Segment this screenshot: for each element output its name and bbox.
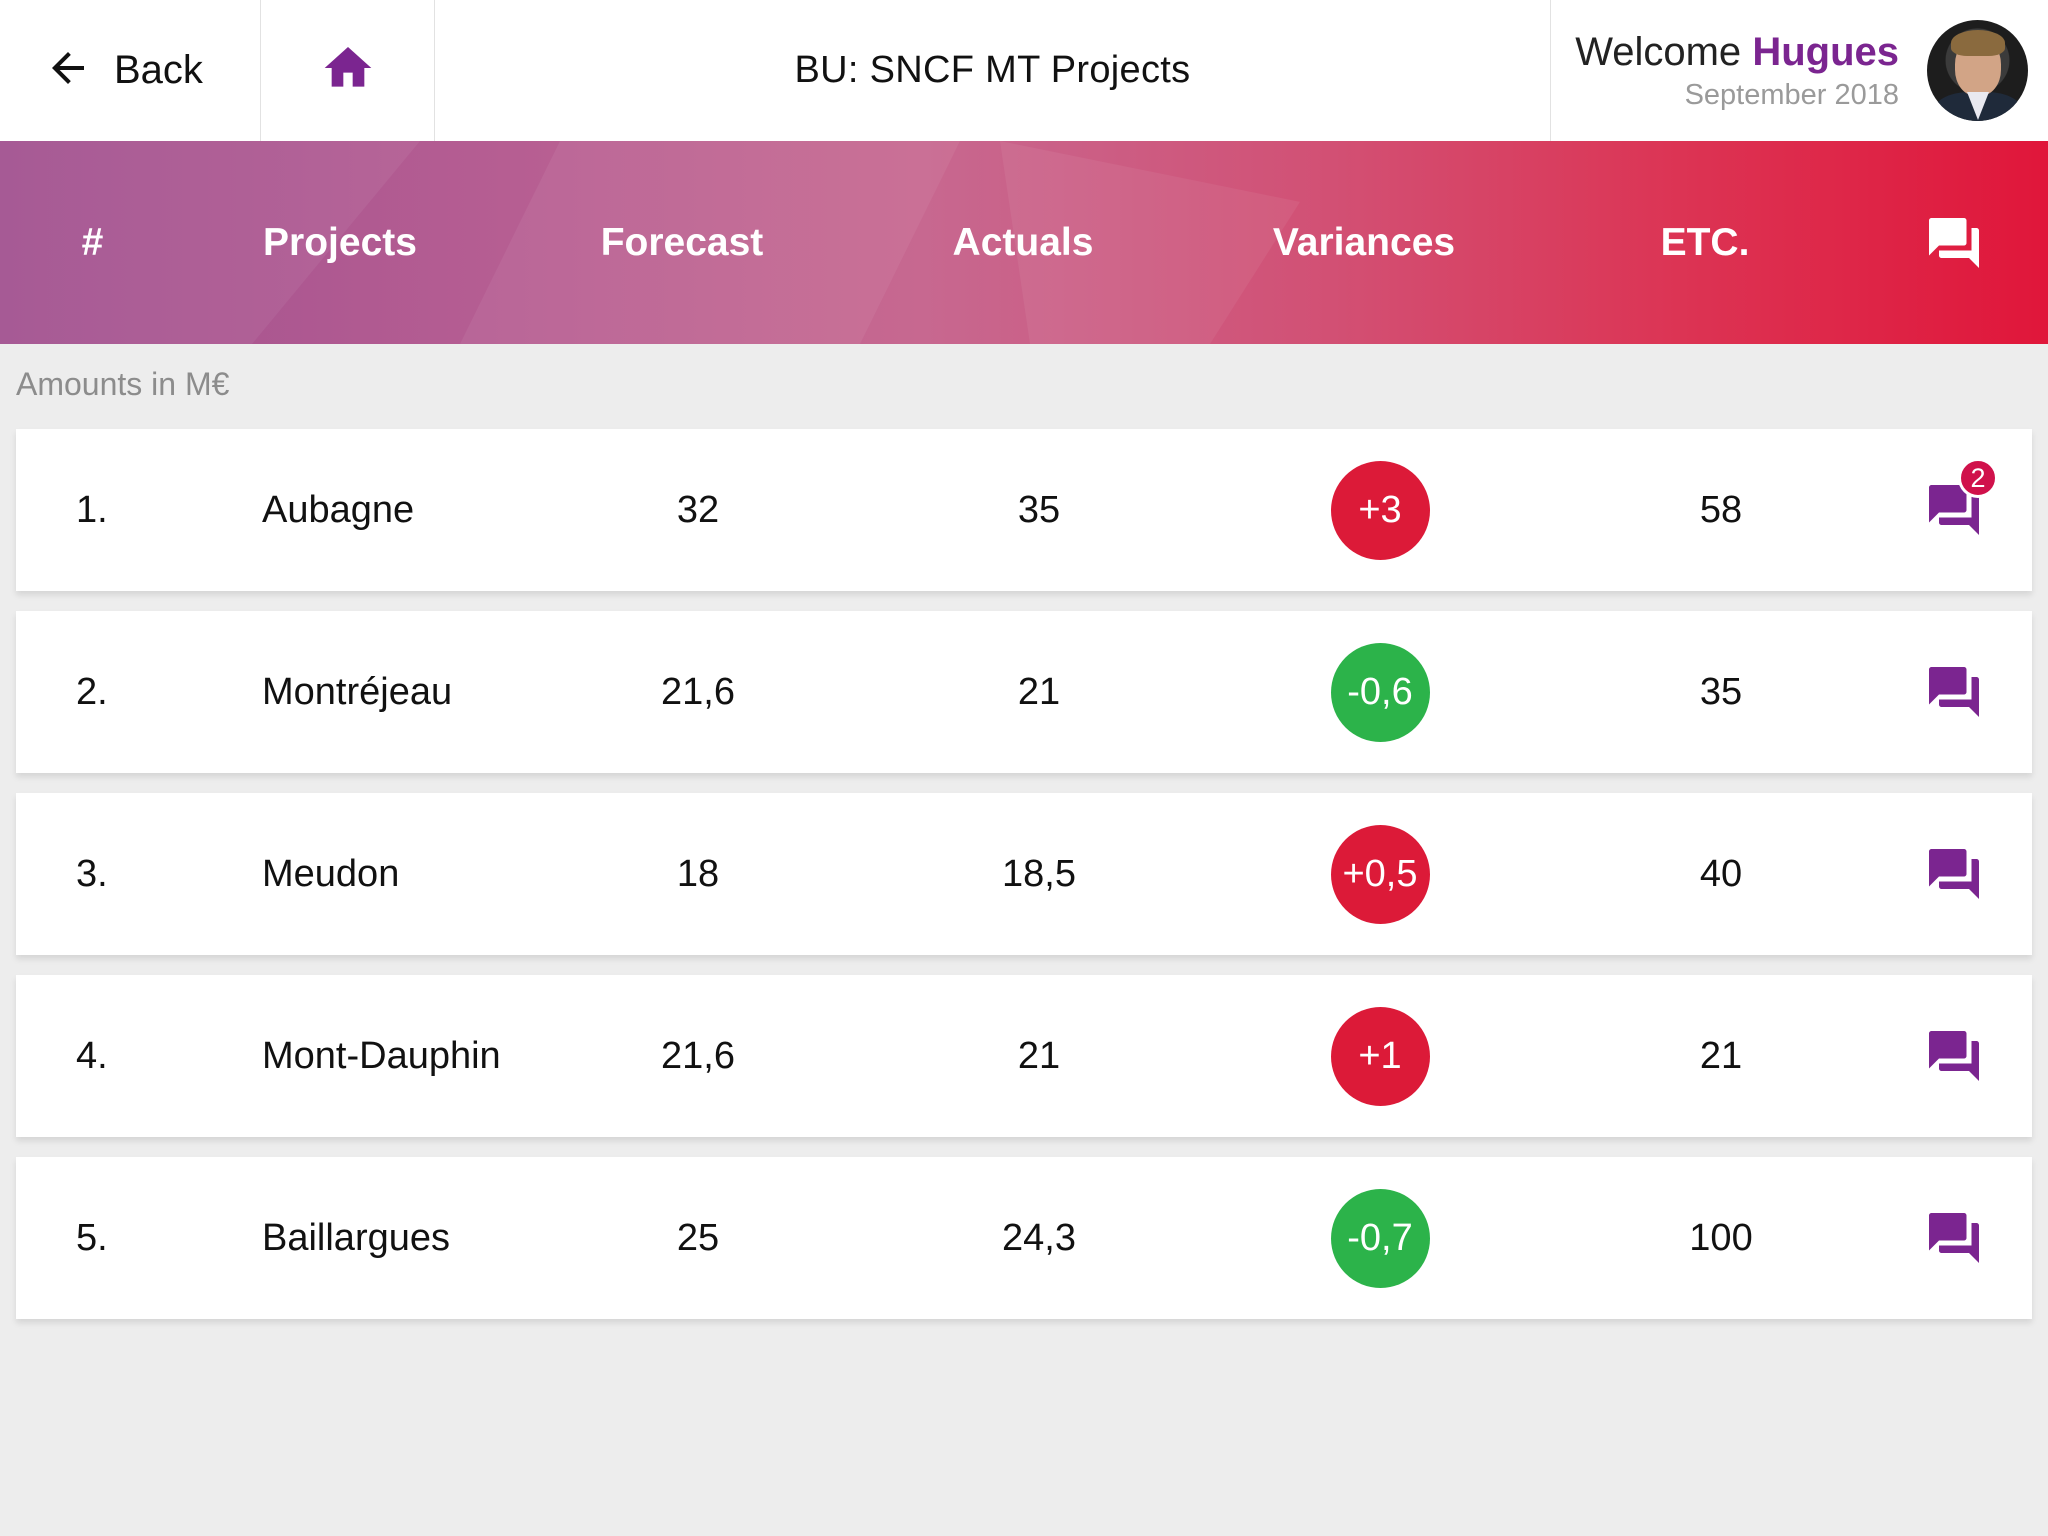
table-row[interactable]: 3. Meudon 18 18,5 +0,5 40 [16,793,2032,955]
top-bar: Back BU: SNCF MT Projects Welcome Hugues… [0,0,2048,141]
row-number: 2. [76,670,108,713]
comments-icon [1929,1213,1979,1263]
actuals-value: 21 [1017,1034,1061,1077]
row-number: 5. [76,1216,108,1259]
variance-badge: +1 [1330,1006,1430,1106]
table-row[interactable]: 1. Aubagne 32 35 +3 58 2 [16,429,2032,591]
table-row[interactable]: 2. Montréjeau 21,6 21 -0,6 35 [16,611,2032,773]
row-number: 3. [76,852,108,895]
actuals-value: 24,3 [1002,1216,1076,1259]
actuals-value: 18,5 [1002,852,1076,895]
etc-value: 35 [1699,670,1743,713]
user-name: Hugues [1752,29,1899,74]
user-panel: Welcome Hugues September 2018 [1550,0,2048,141]
back-button[interactable]: Back [0,0,261,141]
etc-value: 100 [1689,1216,1753,1259]
variance-badge: -0,7 [1330,1188,1430,1288]
forecast-value: 18 [676,852,720,895]
comments-button[interactable] [1914,975,1994,1137]
actuals-value: 21 [1017,670,1061,713]
forecast-value: 32 [676,488,720,531]
column-header-actuals[interactable]: Actuals [873,141,1173,344]
project-name: Montréjeau [262,670,453,713]
comments-button[interactable] [1914,793,1994,955]
etc-value: 58 [1699,488,1743,531]
table-row[interactable]: 5. Baillargues 25 24,3 -0,7 100 [16,1157,2032,1319]
project-name: Meudon [262,852,400,895]
comments-icon [1929,849,1979,899]
home-icon [320,40,376,101]
column-header-variances[interactable]: Variances [1214,141,1514,344]
comments-header-icon [1914,141,1994,344]
etc-value: 40 [1699,852,1743,895]
page-title: BU: SNCF MT Projects [794,49,1191,91]
comments-icon [1929,1031,1979,1081]
forecast-value: 25 [676,1216,720,1259]
comments-button[interactable]: 2 [1914,429,1998,591]
forecast-value: 21,6 [661,670,735,713]
reporting-period: September 2018 [1684,78,1899,111]
welcome-prefix: Welcome [1575,29,1742,74]
amounts-unit-note: Amounts in M€ [16,366,230,402]
column-header-forecast[interactable]: Forecast [532,141,832,344]
back-label: Back [114,48,203,92]
column-header-etc[interactable]: ETC. [1555,141,1855,344]
table-header: # Projects Forecast Actuals Variances ET… [0,141,2048,344]
avatar[interactable] [1927,20,2028,121]
comments-button[interactable] [1914,611,1994,773]
comments-button[interactable] [1914,1157,1994,1319]
arrow-left-icon [44,44,92,97]
column-header-number: # [81,220,104,264]
table-row[interactable]: 4. Mont-Dauphin 21,6 21 +1 21 [16,975,2032,1137]
project-name: Aubagne [262,488,415,531]
comment-count-badge: 2 [1958,458,1998,498]
column-header-projects[interactable]: Projects [190,141,490,344]
home-button[interactable] [261,0,435,141]
row-number: 1. [76,488,108,531]
actuals-value: 35 [1017,488,1061,531]
row-number: 4. [76,1034,108,1077]
comments-icon [1929,667,1979,717]
variance-badge: +3 [1330,460,1430,560]
variance-badge: +0,5 [1330,824,1430,924]
forecast-value: 21,6 [661,1034,735,1077]
variance-badge: -0,6 [1330,642,1430,742]
etc-value: 21 [1699,1034,1743,1077]
welcome-text: Welcome Hugues [1575,30,1899,75]
project-name: Mont-Dauphin [262,1034,501,1077]
project-name: Baillargues [262,1216,450,1259]
project-list: 1. Aubagne 32 35 +3 58 2 2. Montréjeau 2… [16,429,2032,1339]
